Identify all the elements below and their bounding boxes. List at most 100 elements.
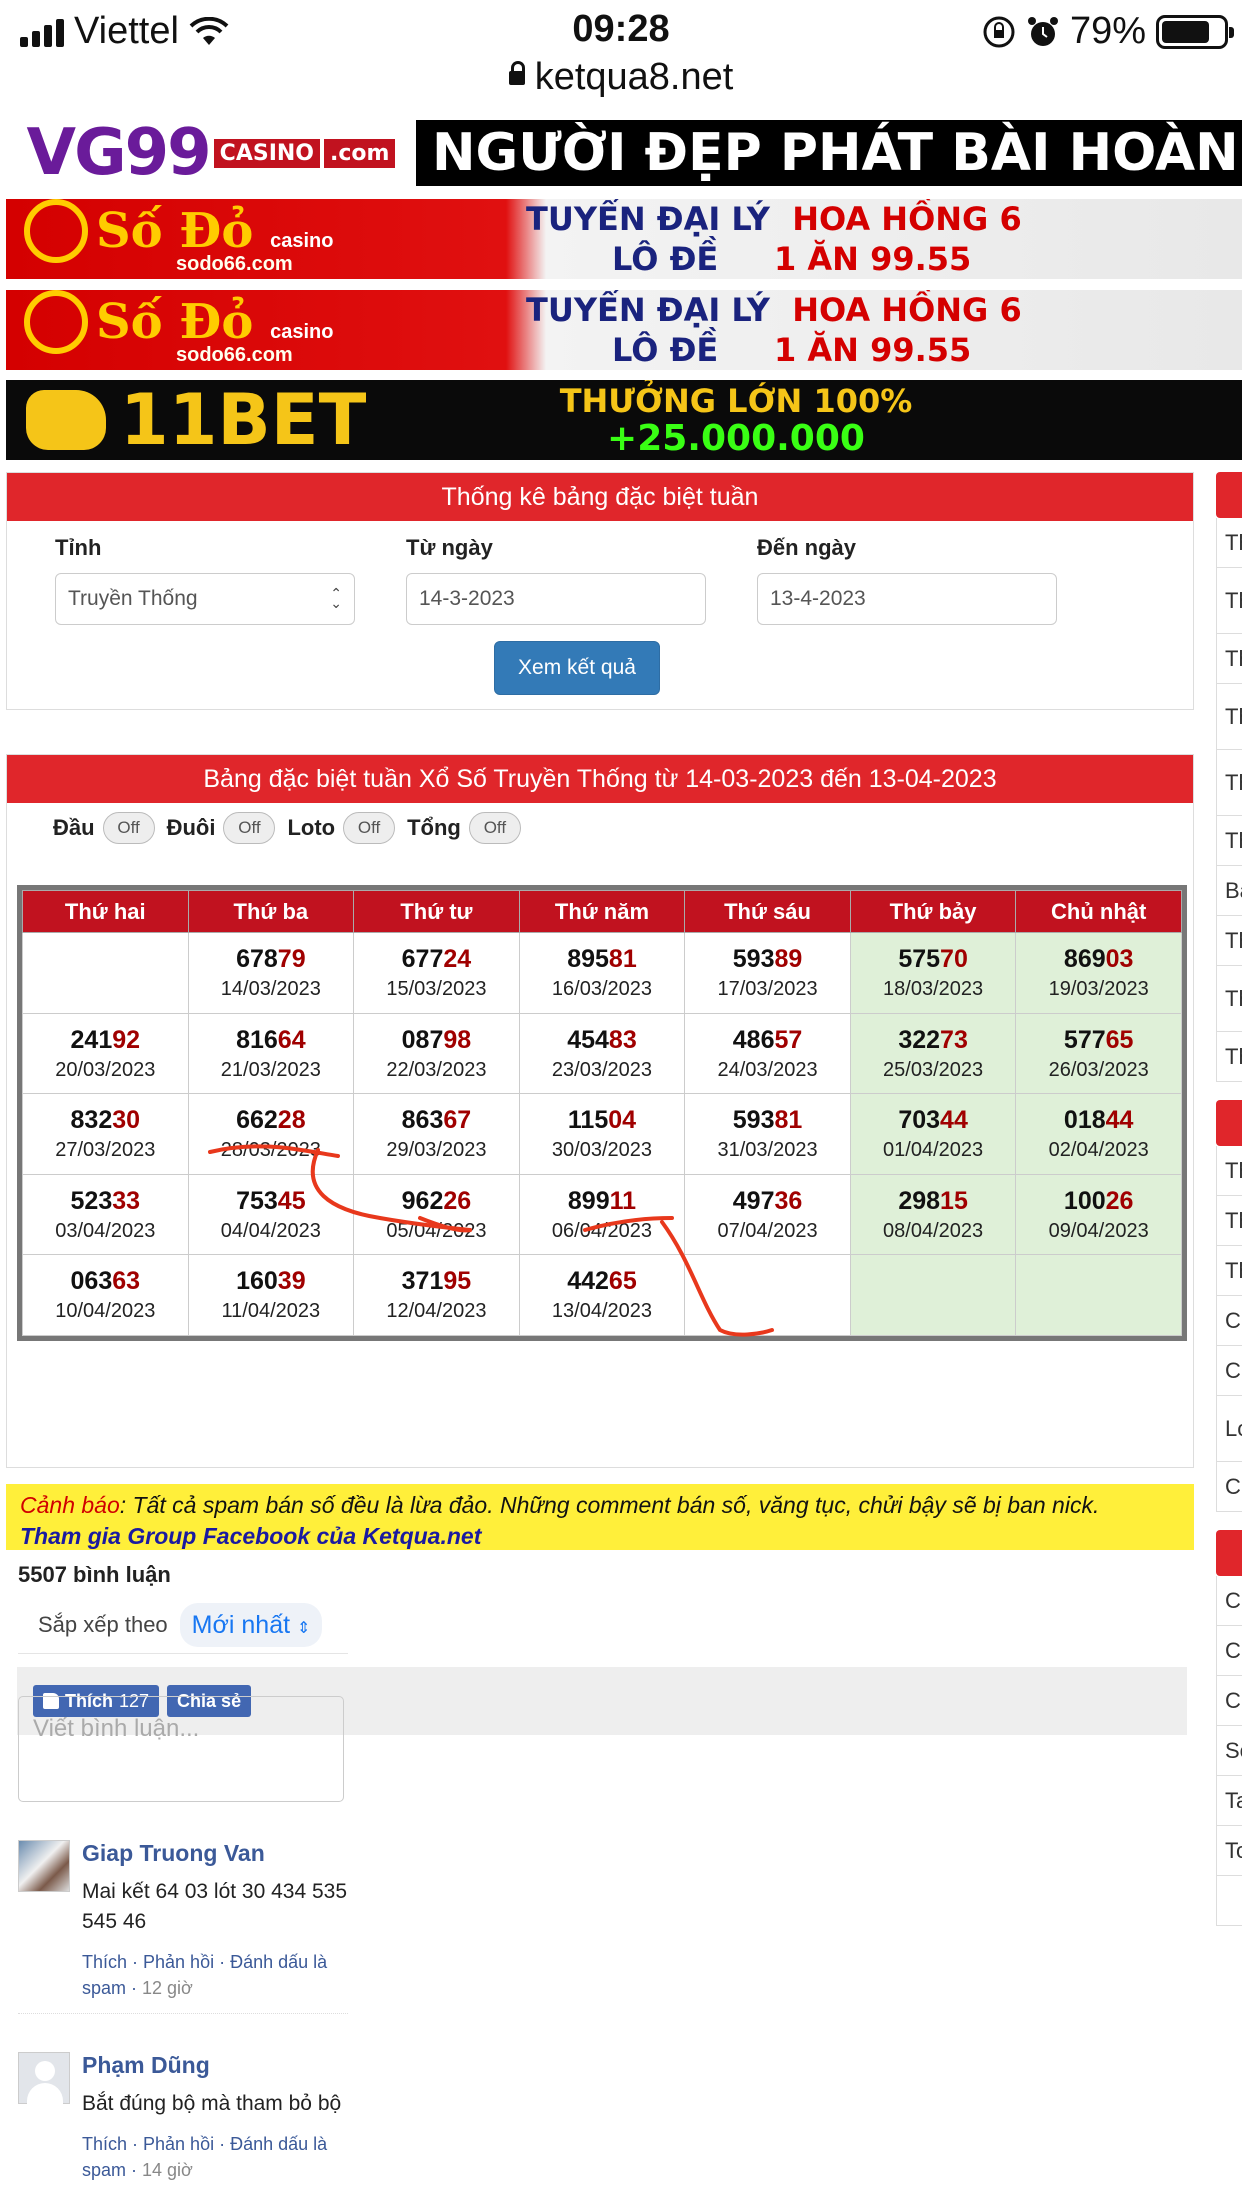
number-tail: 92	[112, 1025, 141, 1054]
sidebar-item[interactable]: Th	[1216, 1196, 1242, 1246]
toggle-tong[interactable]: Off	[468, 812, 521, 844]
sidebar-item[interactable]	[1216, 1876, 1242, 1926]
draw-date: 22/03/2023	[386, 1058, 487, 1081]
warning-banner: Cảnh báo: Tất cả spam bán số đều là lừa …	[6, 1484, 1194, 1550]
toggle-duoi[interactable]: Off	[223, 812, 276, 844]
comment-author[interactable]: Giap Truong Van	[82, 1840, 348, 1867]
number-head: 593	[732, 945, 775, 974]
comment-input[interactable]: Viết bình luận...	[18, 1696, 344, 1802]
vg99-logo: VG99 CASINO .com	[6, 120, 416, 186]
facebook-group-link[interactable]: Tham gia Group Facebook của Ketqua.net	[20, 1523, 481, 1549]
sidebar-item[interactable]: C	[1216, 1462, 1242, 1512]
toggle-dau[interactable]: Off	[102, 812, 155, 844]
result-cell: 75345 04/04/2023	[187, 1173, 355, 1255]
number-head: 523	[70, 1186, 113, 1215]
sodo-line2a: LÔ ĐỀ	[612, 240, 719, 278]
draw-date: 26/03/2023	[1048, 1058, 1149, 1081]
number-tail: 28	[277, 1106, 306, 1135]
avatar[interactable]	[18, 1840, 70, 1892]
draw-date: 27/03/2023	[55, 1139, 156, 1162]
sidebar-item[interactable]: To	[1216, 1826, 1242, 1876]
sidebar-item[interactable]: Th	[1216, 1146, 1242, 1196]
banner-sodo-2[interactable]: Số Đỏ casino sodo66.com TUYỂN ĐẠI LÝ HOA …	[6, 290, 1242, 370]
from-date-input[interactable]: 14-3-2023	[406, 573, 706, 625]
sidebar-item[interactable]: C	[1216, 1296, 1242, 1346]
result-cell: 57765 26/03/2023	[1015, 1012, 1182, 1094]
number-tail: 44	[1105, 1106, 1134, 1135]
comment-count: 5507 bình luận	[18, 1562, 171, 1587]
sodo-line1b: HOA HỒNG 6	[792, 291, 1022, 329]
draw-date: 20/03/2023	[55, 1058, 156, 1081]
number-head: 497	[732, 1186, 775, 1215]
sidebar-item[interactable]: C	[1216, 1676, 1242, 1726]
sidebar-item[interactable]: Th	[1216, 966, 1242, 1032]
sodo-line1a: TUYỂN ĐẠI LÝ	[526, 291, 770, 329]
number-head: 115	[567, 1106, 609, 1135]
sidebar-item[interactable]: Ba	[1216, 866, 1242, 916]
number-head: 063	[70, 1267, 113, 1296]
comment-actions[interactable]: Thích · Phản hồi · Đánh dấu là spam · 12…	[82, 1949, 348, 2013]
sidebar-item[interactable]: Th	[1216, 750, 1242, 816]
sidebar-item[interactable]: C	[1216, 1626, 1242, 1676]
province-select[interactable]: Truyền Thống ⌃ ⌄	[55, 573, 355, 625]
banner-11bet[interactable]: 11BET THƯỞNG LỚN 100% +25.000.000	[6, 380, 1242, 460]
to-date-value: 13-4-2023	[770, 587, 866, 610]
special-number: 44265	[520, 1266, 685, 1296]
filter-form: Tỉnh Truyền Thống ⌃ ⌄ Từ ngày 14-3-2023 Đế…	[7, 521, 1193, 709]
submit-button[interactable]: Xem kết quả	[494, 641, 660, 695]
result-cell	[22, 932, 189, 1014]
comment-actions[interactable]: Thích · Phản hồi · Đánh dấu là spam · 14…	[82, 2131, 348, 2195]
sodo-line2b: 1 ĂN 99.55	[773, 331, 972, 369]
special-number: 89911	[520, 1186, 685, 1216]
result-cell: 10026 09/04/2023	[1015, 1173, 1182, 1255]
result-cell: 32273 25/03/2023	[849, 1012, 1017, 1094]
results-panel: Bảng đặc biệt tuần Xổ Số Truyền Thống từ…	[6, 754, 1194, 1735]
filter-title: Thống kê bảng đặc biệt tuần	[7, 473, 1193, 521]
sidebar-item[interactable]: Th	[1216, 1032, 1242, 1082]
result-cell: 59381 31/03/2023	[684, 1093, 851, 1175]
result-cell: 89911 06/04/2023	[518, 1173, 686, 1255]
draw-date: 14/03/2023	[220, 978, 321, 1001]
results-table: Thứ hai Thứ ba Thứ tư Thứ năm Thứ sáu Thứ bảy…	[22, 890, 1182, 1336]
special-number: 67724	[354, 944, 519, 974]
comment-actions-text[interactable]: Thích · Phản hồi · Đánh dấu là spam	[82, 2134, 327, 2180]
banner-sodo-1[interactable]: Số Đỏ casino sodo66.com TUYỂN ĐẠI LÝ HOA …	[6, 199, 1242, 279]
sidebar-item[interactable]: Th lo	[1216, 684, 1242, 750]
banner-vg99[interactable]: VG99 CASINO .com NGƯỜI ĐẸP PHÁT BÀI HOÀN	[6, 120, 1242, 186]
number-head: 895	[567, 945, 609, 974]
comment-text: Bắt đúng bộ mà tham bỏ bộ	[82, 2092, 342, 2115]
sidebar-item[interactable]: C V	[1216, 1346, 1242, 1396]
sidebar-item[interactable]: C	[1216, 1576, 1242, 1626]
toggle-loto[interactable]: Off	[343, 812, 396, 844]
sidebar-item[interactable]: Th	[1216, 1246, 1242, 1296]
results-table-wrap: Thứ hai Thứ ba Thứ tư Thứ năm Thứ sáu Thứ bảy…	[17, 885, 1187, 1341]
number-head: 087	[401, 1025, 444, 1054]
sidebar-item[interactable]: Th th	[1216, 916, 1242, 966]
comment-author[interactable]: Phạm Dũng	[82, 2052, 348, 2079]
sidebar-item[interactable]: Th lo	[1216, 568, 1242, 634]
to-date-input[interactable]: 13-4-2023	[757, 573, 1057, 625]
result-cell: 29815 08/04/2023	[849, 1173, 1017, 1255]
sidebar-header	[1216, 1530, 1242, 1576]
special-number: 57570	[851, 944, 1016, 974]
province-label: Tỉnh	[55, 535, 102, 560]
result-cell: 66228 28/03/2023	[187, 1093, 355, 1175]
sidebar-item[interactable]: Th	[1216, 634, 1242, 684]
sidebar-item[interactable]: Th	[1216, 816, 1242, 866]
sidebar-item[interactable]: Lo	[1216, 1396, 1242, 1462]
filter-panel: Thống kê bảng đặc biệt tuần Tỉnh Truyền …	[6, 472, 1194, 710]
sort-select[interactable]: Mới nhất ⇕	[179, 1602, 323, 1647]
number-head: 677	[401, 945, 444, 974]
address-bar[interactable]: ketqua8.net	[0, 56, 1242, 99]
sidebar-item[interactable]: Th	[1216, 518, 1242, 568]
results-title: Bảng đặc biệt tuần Xổ Số Truyền Thống từ…	[7, 755, 1193, 803]
number-tail: 03	[1105, 945, 1134, 974]
comment-actions-text[interactable]: Thích · Phản hồi · Đánh dấu là spam	[82, 1952, 327, 1998]
avatar[interactable]	[18, 2052, 70, 2105]
special-number: 66228	[189, 1105, 354, 1135]
sidebar-item[interactable]: Sc	[1216, 1726, 1242, 1776]
sidebar-item[interactable]: Ta	[1216, 1776, 1242, 1826]
11bet-promo: THƯỞNG LỚN 100% +25.000.000	[436, 382, 1036, 458]
number-tail: 70	[940, 945, 968, 974]
special-number: 59381	[685, 1105, 850, 1135]
